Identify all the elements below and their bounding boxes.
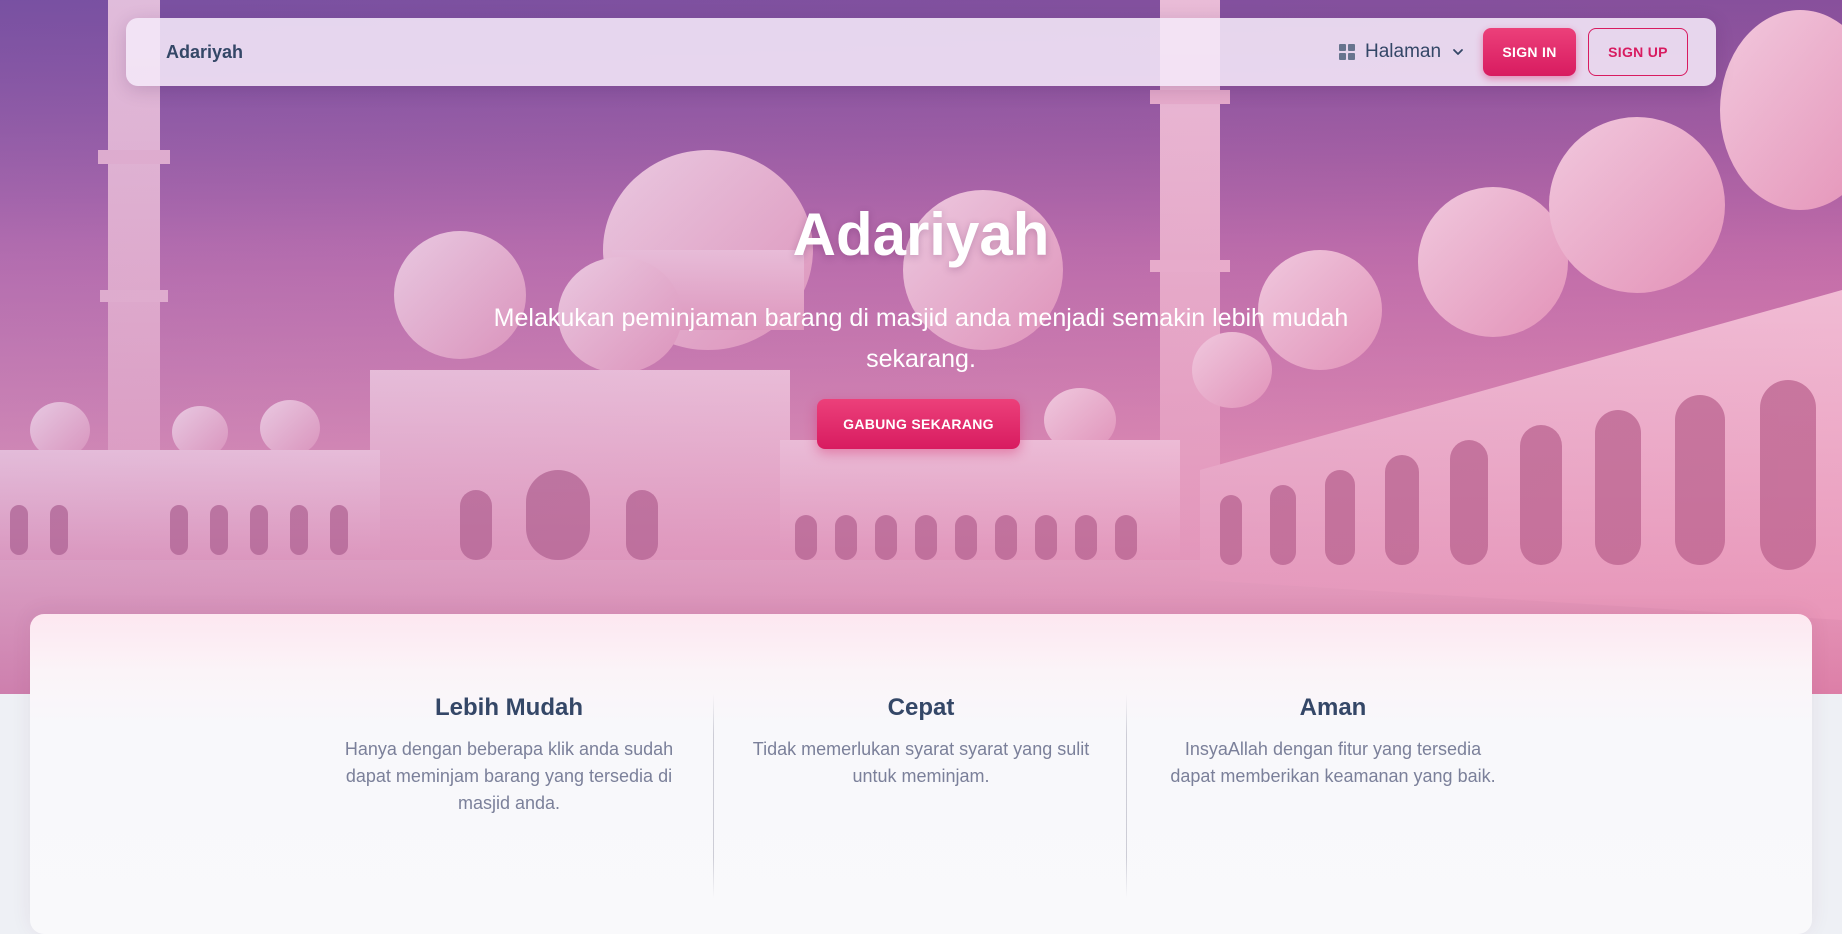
feature-title: Lebih Mudah (435, 694, 583, 721)
feature-fast: Cepat Tidak memerlukan syarat syarat yan… (751, 694, 1091, 790)
feature-easier: Lebih Mudah Hanya dengan beberapa klik a… (339, 694, 679, 817)
pages-dropdown[interactable]: Halaman (1339, 18, 1465, 86)
join-now-button[interactable]: GABUNG SEKARANG (817, 399, 1020, 449)
features-card: Lebih Mudah Hanya dengan beberapa klik a… (30, 614, 1812, 934)
feature-title: Cepat (887, 694, 955, 721)
feature-safe: Aman InsyaAllah dengan fitur yang tersed… (1163, 694, 1503, 790)
feature-title: Aman (1299, 694, 1367, 721)
divider (713, 694, 714, 898)
hero-title: Adariyah (792, 201, 1050, 268)
feature-text: InsyaAllah dengan fitur yang tersedia da… (1170, 739, 1496, 786)
divider (1126, 694, 1127, 898)
feature-text: Hanya dengan beberapa klik anda sudah da… (344, 739, 674, 813)
sign-up-button[interactable]: SIGN UP (1588, 28, 1688, 76)
brand-logo[interactable]: Adariyah (166, 18, 243, 86)
dashboard-grid-icon (1339, 44, 1355, 60)
chevron-down-icon (1453, 49, 1463, 55)
navbar: Adariyah Halaman SIGN IN SIGN UP (126, 18, 1716, 86)
pages-dropdown-label: Halaman (1365, 41, 1442, 62)
hero-subtitle: Melakukan peminjaman barang di masjid an… (493, 304, 1349, 373)
feature-text: Tidak memerlukan syarat syarat yang suli… (752, 739, 1090, 786)
sign-in-button[interactable]: SIGN IN (1483, 28, 1576, 76)
